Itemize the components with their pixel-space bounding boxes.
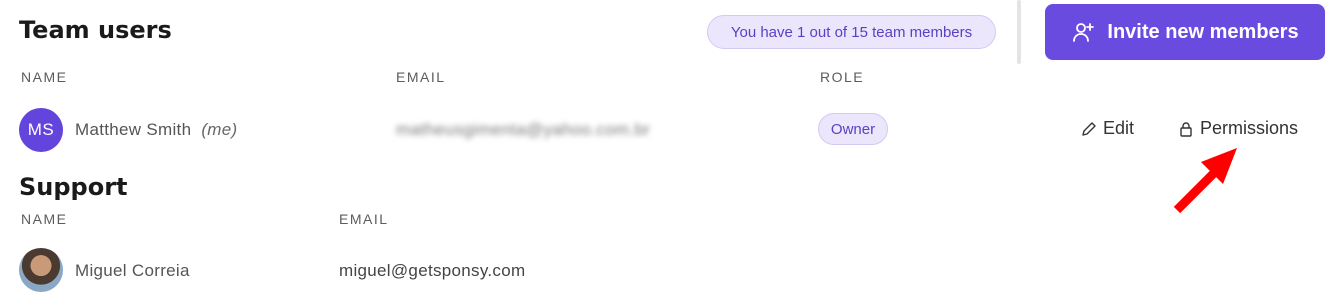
column-header-role: ROLE [820,69,865,85]
support-title: Support [19,173,128,201]
me-label: (me) [201,120,238,139]
edit-label: Edit [1103,118,1135,138]
section-divider [1017,0,1021,64]
avatar: MS [19,108,63,152]
user-name: Matthew Smith [75,120,192,139]
edit-button[interactable]: Edit [1081,118,1134,139]
permissions-button[interactable]: Permissions [1178,118,1298,139]
support-column-header-email: EMAIL [339,211,389,227]
role-badge: Owner [818,113,888,145]
user-email: matheusgimenta@yahoo.com.br [396,120,651,139]
lock-icon [1180,121,1192,137]
support-user-name: Miguel Correia [75,261,190,280]
column-header-name: NAME [21,69,68,85]
support-column-header-name: NAME [21,211,68,227]
avatar [19,248,63,292]
annotation-arrow-icon [1173,148,1237,214]
pencil-icon [1082,121,1096,136]
invite-new-members-button[interactable]: Invite new members [1045,4,1325,60]
support-user-email: miguel@getsponsy.com [339,261,526,280]
add-user-icon [1073,23,1095,42]
user-name-cell: Matthew Smith (me) [75,120,237,140]
column-header-email: EMAIL [396,69,446,85]
permissions-label: Permissions [1200,118,1299,138]
invite-button-label: Invite new members [1107,20,1299,43]
team-users-title: Team users [19,16,172,44]
member-count-badge: You have 1 out of 15 team members [707,15,996,49]
